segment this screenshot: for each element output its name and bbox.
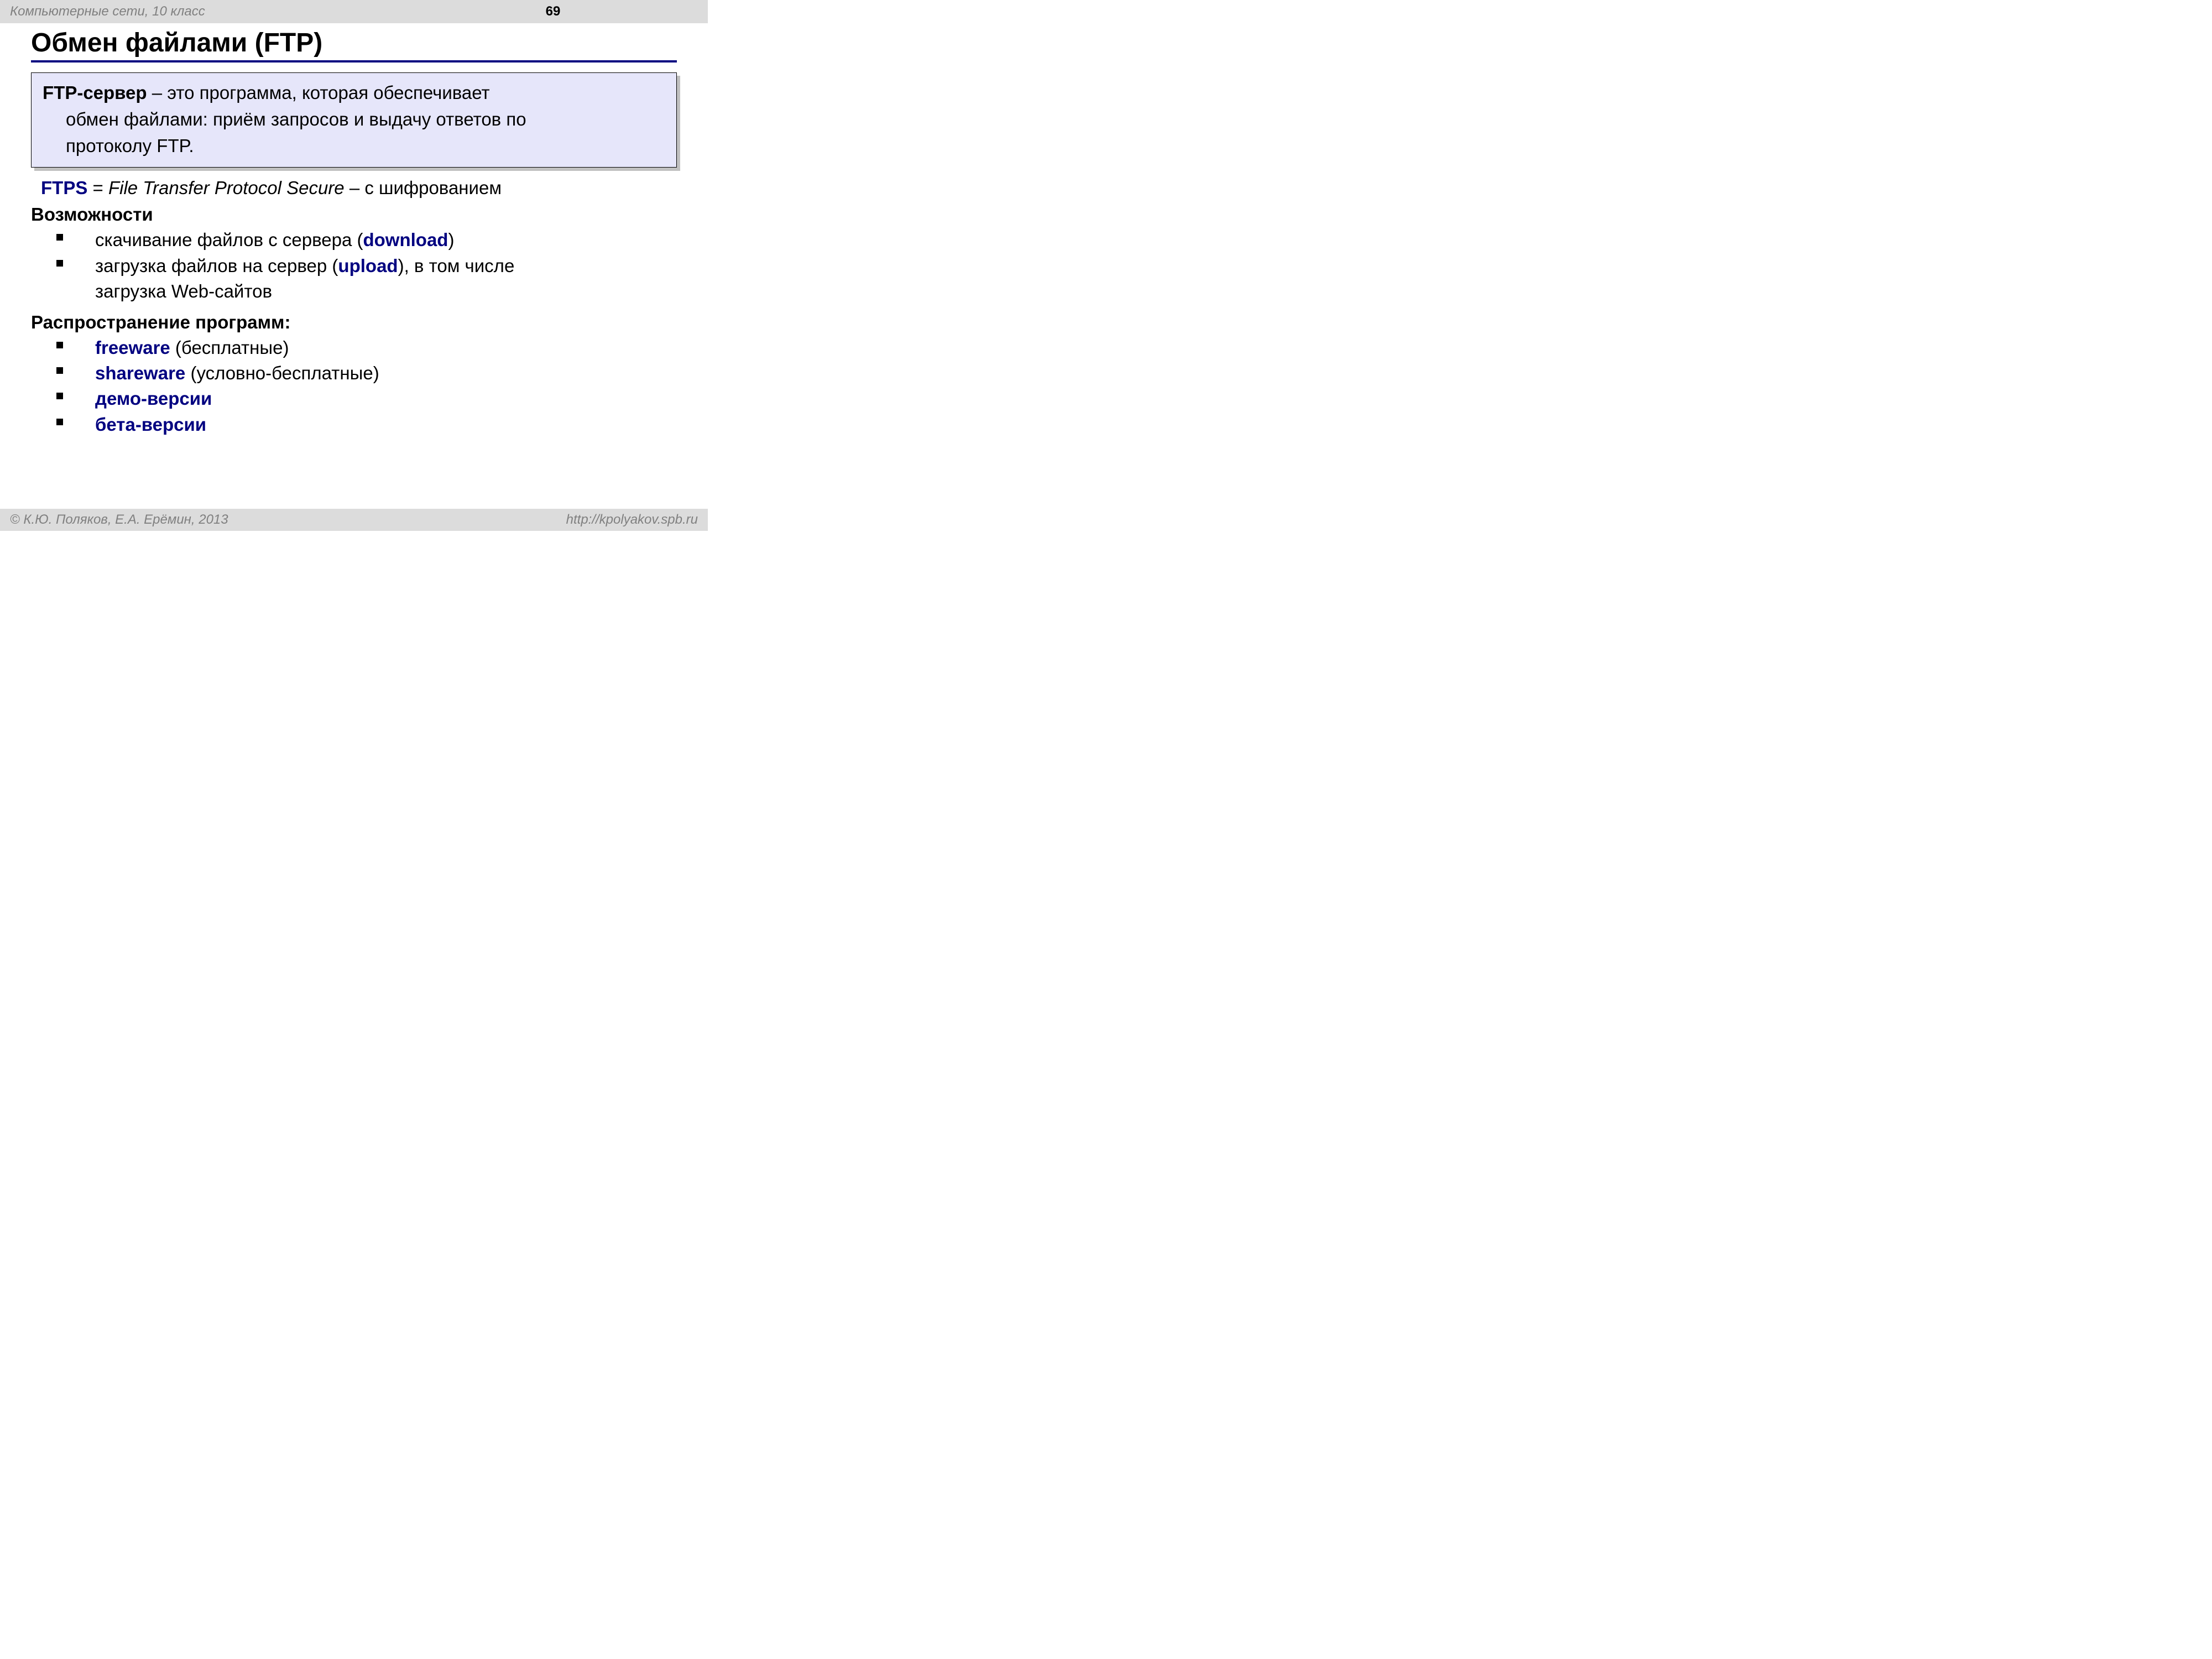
definition-content: FTP-сервер – это программа, которая обес… (31, 72, 677, 168)
definition-text-2: обмен файлами: приём запросов и выдачу о… (66, 109, 526, 129)
list-item: бета-версии (56, 412, 677, 437)
item-keyword: shareware (95, 363, 185, 383)
slide-title: Обмен файлами (FTP) (31, 28, 677, 58)
ftps-expansion: File Transfer Protocol Secure (108, 178, 345, 198)
page-number: 69 (398, 4, 708, 19)
list-item: демо-версии (56, 386, 677, 411)
item-keyword: бета-версии (95, 414, 206, 435)
list-item: скачивание файлов c сервера (download) (56, 227, 677, 253)
list-item: загрузка файлов на сервер (upload), в то… (56, 253, 677, 304)
slide: Компьютерные сети, 10 класс 69 Обмен фай… (0, 0, 708, 531)
ftps-label: FTPS (41, 178, 87, 198)
distribution-heading: Распространение программ: (31, 312, 677, 333)
definition-term: FTP-сервер (43, 82, 147, 103)
ftps-tail: – c шифрованием (345, 178, 502, 198)
item-keyword: upload (338, 255, 398, 276)
item-text-post: (бесплатные) (170, 337, 289, 358)
item-text-pre: скачивание файлов c сервера ( (95, 229, 363, 250)
item-text-post: ) (448, 229, 454, 250)
definition-box: FTP-сервер – это программа, которая обес… (31, 72, 677, 168)
item-text-post: (условно-бесплатные) (185, 363, 379, 383)
item-text-cont: загрузка Web-сайтов (95, 281, 272, 301)
list-item: freeware (бесплатные) (56, 335, 677, 361)
capabilities-heading: Возможности (31, 204, 677, 225)
item-keyword: freeware (95, 337, 170, 358)
item-text-pre: загрузка файлов на сервер ( (95, 255, 338, 276)
title-underline (31, 60, 677, 62)
definition-text-1: – это программа, которая обеспечивает (147, 82, 490, 103)
ftps-line: FTPS = File Transfer Protocol Secure – c… (41, 176, 677, 200)
item-keyword: демо-версии (95, 388, 212, 409)
distribution-list: freeware (бесплатные) shareware (условно… (31, 335, 677, 437)
definition-text-3: протоколу FTP. (66, 135, 194, 156)
capabilities-list: скачивание файлов c сервера (download) з… (31, 227, 677, 304)
header-subject: Компьютерные сети, 10 класс (10, 4, 205, 19)
content-area: Обмен файлами (FTP) FTP-сервер – это про… (0, 23, 708, 437)
ftps-eq: = (87, 178, 108, 198)
footer-copyright: © К.Ю. Поляков, Е.А. Ерёмин, 2013 (10, 512, 228, 528)
header-bar: Компьютерные сети, 10 класс 69 (0, 0, 708, 23)
footer-url: http://kpolyakov.spb.ru (566, 512, 698, 528)
footer-bar: © К.Ю. Поляков, Е.А. Ерёмин, 2013 http:/… (0, 509, 708, 531)
item-keyword: download (363, 229, 448, 250)
item-text-post: ), в том числе (398, 255, 515, 276)
list-item: shareware (условно-бесплатные) (56, 361, 677, 386)
